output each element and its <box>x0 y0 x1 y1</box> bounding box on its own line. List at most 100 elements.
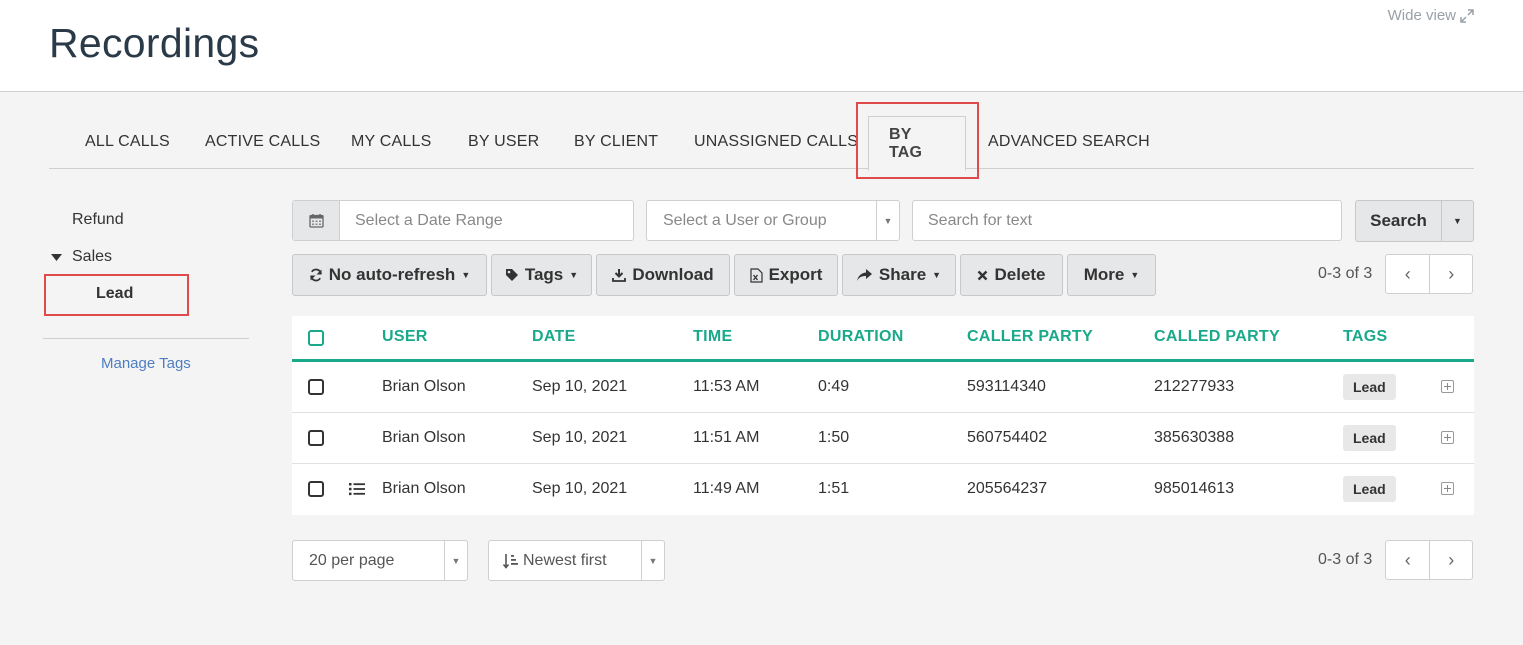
row-checkbox[interactable] <box>308 379 324 395</box>
cell-caller-party: 593114340 <box>967 378 1046 395</box>
tab-bar: ALL CALLS ACTIVE CALLS MY CALLS BY USER … <box>49 115 1474 171</box>
auto-refresh-dropdown[interactable]: No auto-refresh ▼ <box>292 254 487 296</box>
caret-down-icon: ▼ <box>1453 216 1462 226</box>
row-checkbox[interactable] <box>308 430 324 446</box>
wide-view-label: Wide view <box>1387 7 1456 24</box>
date-range-input[interactable] <box>340 201 633 240</box>
share-dropdown[interactable]: Share ▼ <box>842 254 956 296</box>
chevron-right-icon[interactable]: › <box>1429 541 1472 579</box>
download-label: Download <box>632 265 714 284</box>
result-count: 0-3 of 3 <box>1318 551 1373 568</box>
sidebar-highlight <box>44 274 189 316</box>
select-all-checkbox[interactable] <box>308 330 324 346</box>
more-dropdown[interactable]: More ▼ <box>1067 254 1156 296</box>
tag-badge: Lead <box>1343 425 1396 451</box>
search-button[interactable]: Search <box>1355 200 1442 242</box>
caret-down-icon: ▼ <box>932 270 942 280</box>
user-group-placeholder: Select a User or Group <box>663 211 827 229</box>
expand-row-icon[interactable] <box>1441 482 1454 495</box>
date-range-picker[interactable] <box>292 200 634 241</box>
tab-unassigned-calls[interactable]: UNASSIGNED CALLS <box>694 115 858 169</box>
tag-badge: Lead <box>1343 374 1396 400</box>
recordings-table: USER DATE TIME DURATION CALLER PARTY CAL… <box>292 316 1474 515</box>
sidebar-item-refund[interactable]: Refund <box>72 211 124 229</box>
cell-called-party: 212277933 <box>1154 378 1235 395</box>
download-button[interactable]: Download <box>596 254 730 296</box>
table-row[interactable]: Brian Olson Sep 10, 2021 11:51 AM 1:50 5… <box>292 413 1474 464</box>
pagination-bottom: 0-3 of 3 ‹ › <box>1318 540 1474 580</box>
tab-active-calls[interactable]: ACTIVE CALLS <box>205 115 320 169</box>
tab-by-client[interactable]: BY CLIENT <box>574 115 658 169</box>
cell-caller-party: 205564237 <box>967 480 1048 497</box>
search-text-field[interactable] <box>912 200 1342 241</box>
cell-time: 11:49 AM <box>693 480 760 497</box>
sidebar-item-sales[interactable]: Sales <box>51 248 112 266</box>
expand-icon <box>1460 8 1474 23</box>
cell-duration: 1:50 <box>818 429 850 446</box>
column-header-called-party[interactable]: CALLED PARTY <box>1154 328 1280 346</box>
table-header: USER DATE TIME DURATION CALLER PARTY CAL… <box>292 316 1474 362</box>
per-page-value: 20 per page <box>309 551 395 569</box>
chevron-right-icon[interactable]: › <box>1429 255 1472 293</box>
column-header-tags[interactable]: TAGS <box>1343 328 1387 346</box>
cell-duration: 0:49 <box>818 378 850 395</box>
sidebar-divider <box>43 338 249 339</box>
refresh-icon <box>309 268 322 282</box>
page-title: Recordings <box>49 20 260 66</box>
caret-down-icon: ▼ <box>1130 270 1140 280</box>
tab-my-calls[interactable]: MY CALLS <box>351 115 431 169</box>
caret-down-icon <box>51 253 62 261</box>
tab-advanced-search[interactable]: ADVANCED SEARCH <box>988 115 1150 169</box>
result-count: 0-3 of 3 <box>1318 265 1373 282</box>
cell-date: Sep 10, 2021 <box>532 378 628 395</box>
column-header-caller-party[interactable]: CALLER PARTY <box>967 328 1093 346</box>
per-page-select[interactable]: 20 per page ▼ <box>292 540 468 581</box>
close-icon <box>978 270 988 280</box>
search-text-input[interactable] <box>913 201 1341 240</box>
wide-view-toggle[interactable]: Wide view <box>1388 7 1474 24</box>
excel-file-icon <box>749 267 763 283</box>
export-button[interactable]: Export <box>734 254 838 296</box>
row-checkbox[interactable] <box>308 481 324 497</box>
expand-row-icon[interactable] <box>1441 431 1454 444</box>
notes-list-icon[interactable] <box>349 482 365 496</box>
column-header-date[interactable]: DATE <box>532 328 576 346</box>
pagination-top: 0-3 of 3 ‹ › <box>1318 254 1474 294</box>
tags-label: Tags <box>524 265 564 284</box>
expand-row-icon[interactable] <box>1441 380 1454 393</box>
search-options-dropdown[interactable]: ▼ <box>1441 200 1474 242</box>
cell-called-party: 385630388 <box>1154 429 1235 446</box>
more-label: More <box>1083 265 1125 284</box>
column-header-duration[interactable]: DURATION <box>818 328 904 346</box>
manage-tags-link[interactable]: Manage Tags <box>101 355 191 372</box>
share-icon <box>856 268 872 281</box>
calendar-icon <box>293 201 340 240</box>
table-row[interactable]: Brian Olson Sep 10, 2021 11:53 AM 0:49 5… <box>292 362 1474 413</box>
delete-label: Delete <box>994 265 1046 284</box>
sort-value: Newest first <box>523 551 607 569</box>
column-header-time[interactable]: TIME <box>693 328 732 346</box>
column-header-user[interactable]: USER <box>382 328 428 346</box>
sort-select[interactable]: Newest first ▼ <box>488 540 665 581</box>
sort-icon <box>503 553 518 569</box>
user-group-select[interactable]: Select a User or Group ▼ <box>646 200 900 241</box>
delete-button[interactable]: Delete <box>960 254 1063 296</box>
table-row[interactable]: Brian Olson Sep 10, 2021 11:49 AM 1:51 2… <box>292 464 1474 515</box>
tags-dropdown[interactable]: Tags ▼ <box>491 254 592 296</box>
sidebar-item-label: Sales <box>72 248 113 265</box>
tag-badge: Lead <box>1343 476 1396 502</box>
auto-refresh-label: No auto-refresh <box>328 265 456 284</box>
tab-by-user[interactable]: BY USER <box>468 115 539 169</box>
chevron-left-icon[interactable]: ‹ <box>1386 541 1429 579</box>
cell-date: Sep 10, 2021 <box>532 480 628 497</box>
caret-down-icon: ▼ <box>876 201 899 240</box>
cell-user: Brian Olson <box>382 480 466 497</box>
chevron-left-icon[interactable]: ‹ <box>1386 255 1429 293</box>
tab-highlight <box>856 102 979 179</box>
cell-user: Brian Olson <box>382 429 466 446</box>
export-label: Export <box>768 265 823 284</box>
caret-down-icon: ▼ <box>444 541 467 580</box>
caret-down-icon: ▼ <box>569 270 579 280</box>
tab-all-calls[interactable]: ALL CALLS <box>85 115 170 169</box>
share-label: Share <box>878 265 927 284</box>
